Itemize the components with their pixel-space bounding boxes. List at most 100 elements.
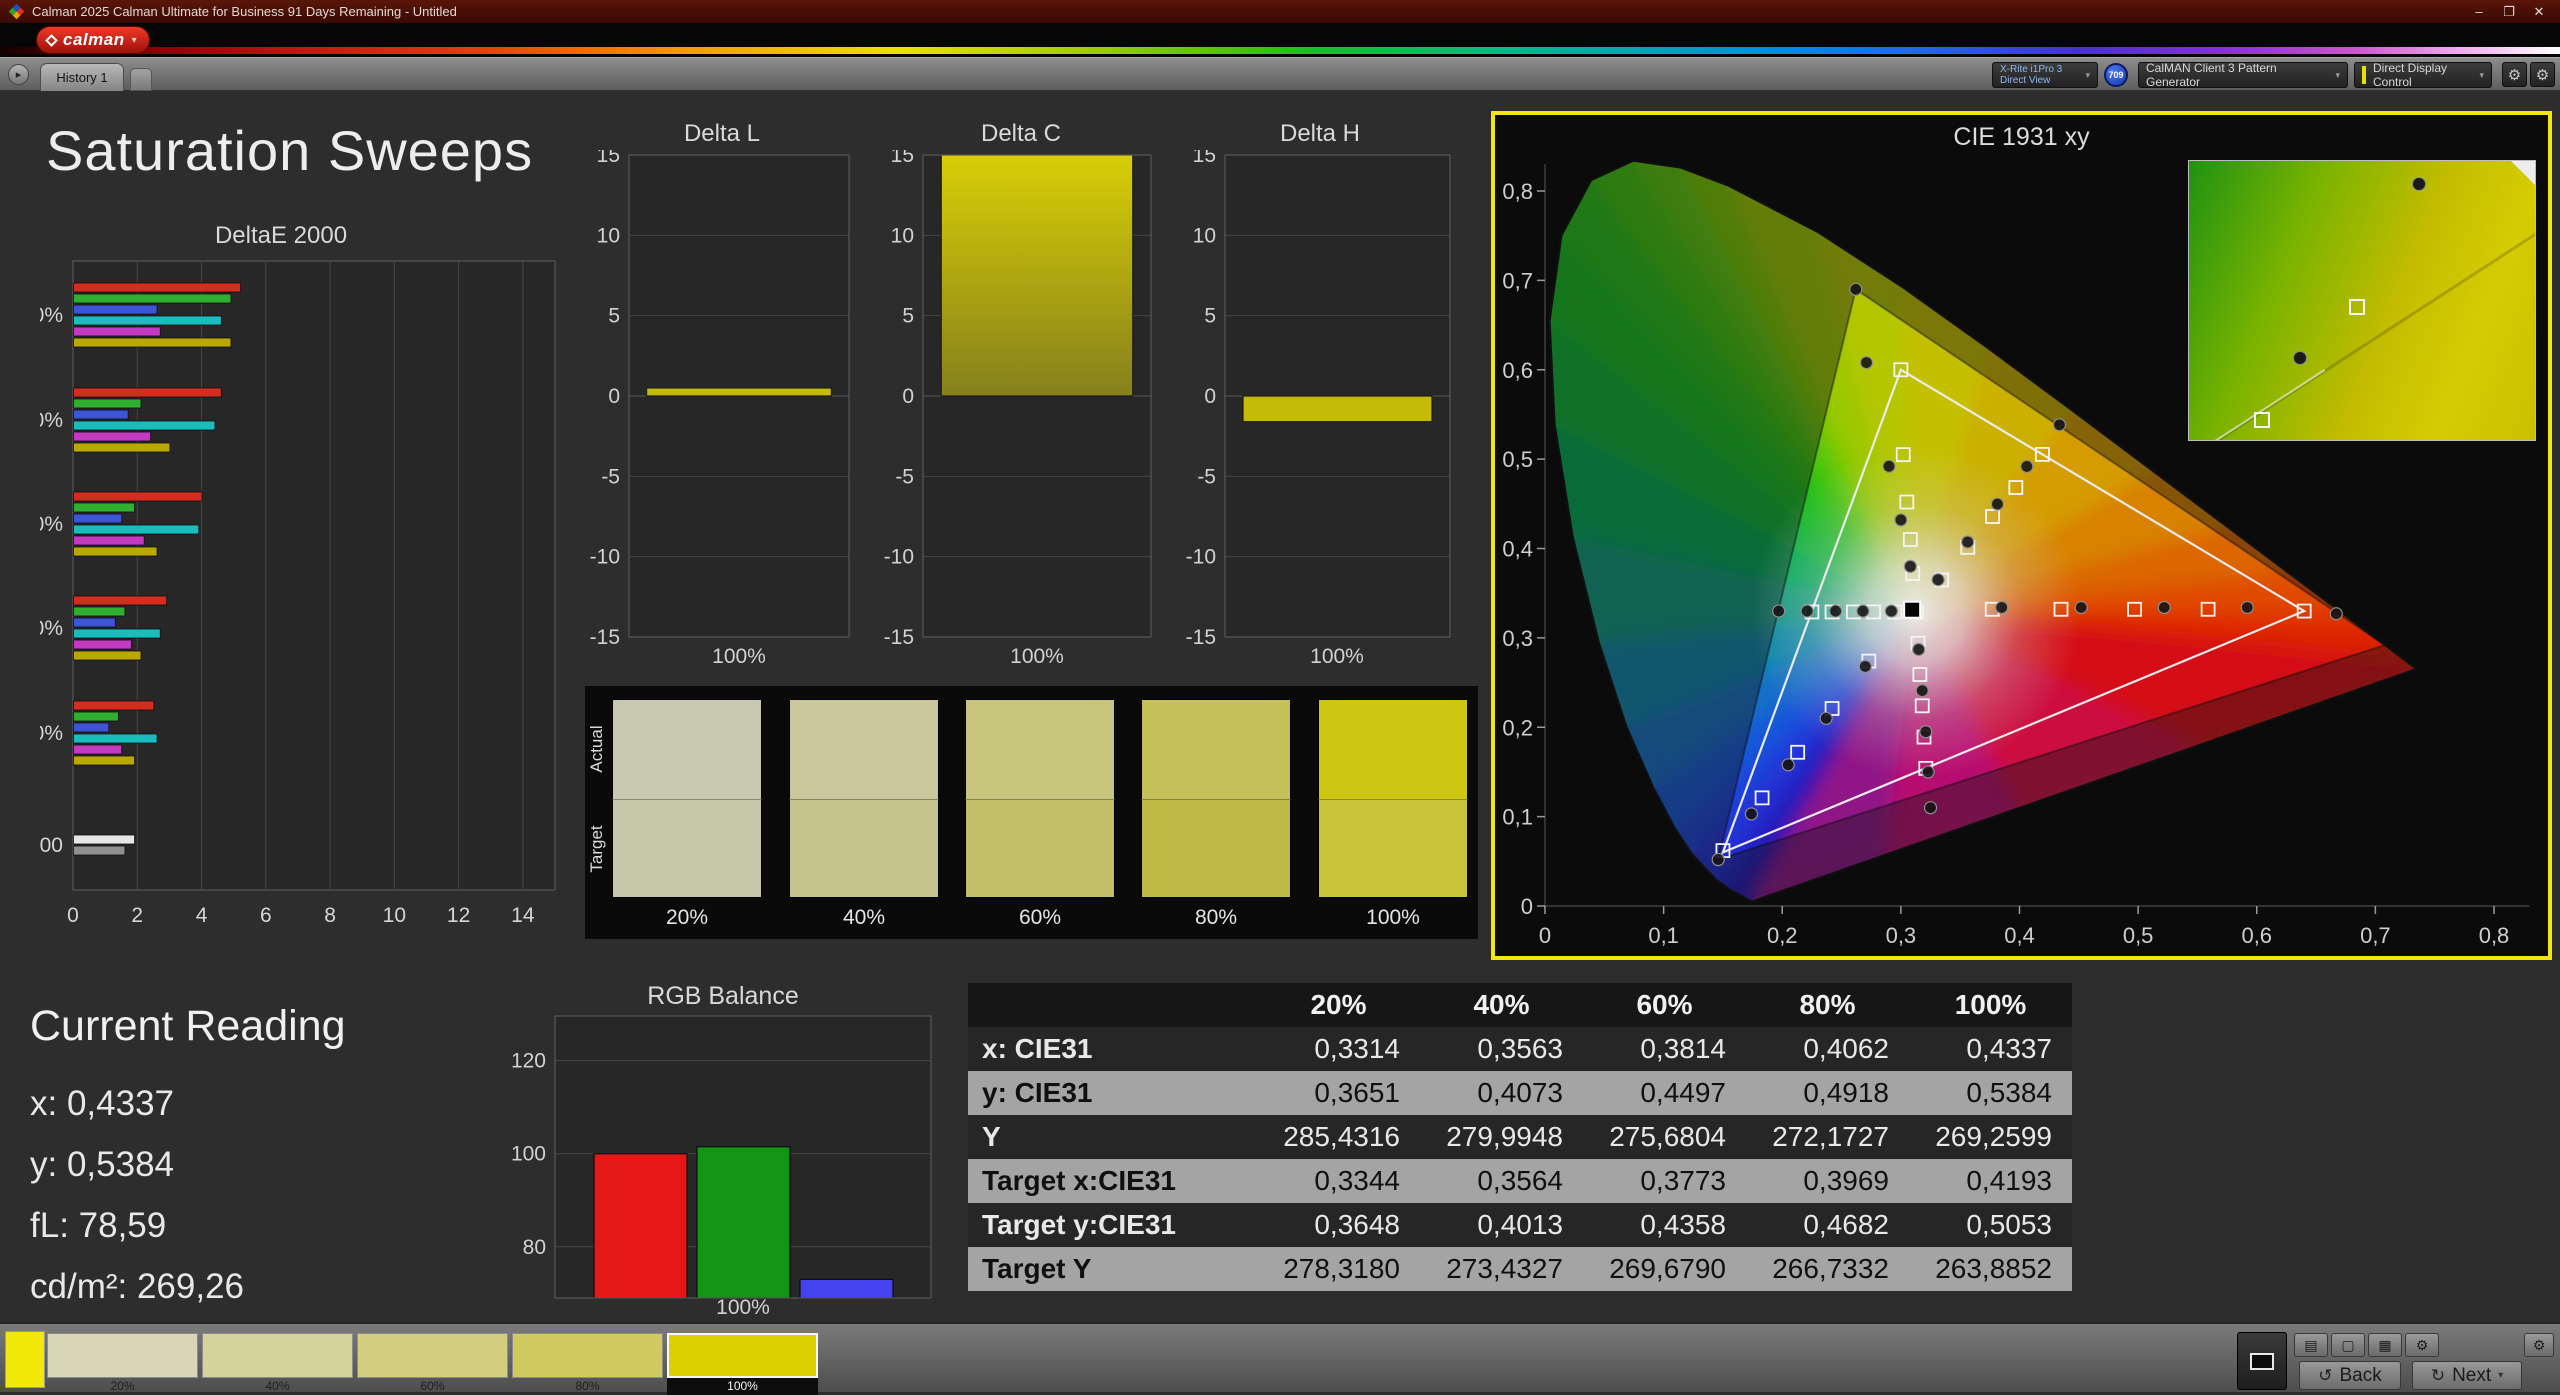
delta-h-chart[interactable]: 151050-5-10-15 xyxy=(1160,150,1460,670)
svg-text:80: 80 xyxy=(523,1236,546,1259)
app-settings-button[interactable]: ⚙ xyxy=(2530,62,2555,87)
gear-button[interactable]: ⚙ xyxy=(2405,1333,2439,1357)
deltae2000-chart[interactable]: 02468101214100%80%60%40%20%100 xyxy=(40,250,570,950)
table-value-cell: 272,1727 xyxy=(1746,1115,1909,1159)
svg-text:0,7: 0,7 xyxy=(1502,268,1533,293)
svg-text:0,5: 0,5 xyxy=(1502,447,1533,472)
svg-text:10: 10 xyxy=(1193,224,1216,247)
page-title: Saturation Sweeps xyxy=(46,118,533,183)
table-value-cell: 0,3773 xyxy=(1583,1159,1746,1203)
svg-text:-15: -15 xyxy=(590,626,620,649)
current-reading-y: y: 0,5384 xyxy=(30,1134,530,1195)
meter-settings-button[interactable]: ⚙ xyxy=(2502,62,2527,87)
cie-measured-point xyxy=(1859,660,1871,672)
table-header-cell xyxy=(968,983,1257,1027)
svg-text:-5: -5 xyxy=(601,465,620,488)
saturation-swatch-80%[interactable]: 80% xyxy=(512,1333,663,1395)
actual-patch xyxy=(1141,699,1291,799)
cie-measured-point xyxy=(2241,601,2253,613)
swatch-color xyxy=(357,1333,508,1378)
table-value-cell: 285,4316 xyxy=(1257,1115,1420,1159)
badge-label: 709 xyxy=(2108,70,2123,80)
pattern-window-button[interactable] xyxy=(2237,1332,2287,1390)
deltae2000-chart-title: DeltaE 2000 xyxy=(40,222,522,250)
tab-bar: ▸ History 1 X-Rite i1Pro 3 Direct View ▾… xyxy=(0,57,2560,90)
saturation-swatch-20%[interactable]: 20% xyxy=(47,1333,198,1395)
table-row-label: y: CIE31 xyxy=(968,1071,1257,1115)
svg-text:0,4: 0,4 xyxy=(1502,537,1533,562)
expand-panel-button[interactable]: ▸ xyxy=(8,64,29,85)
cie-measured-point xyxy=(1820,712,1832,724)
swatch-color xyxy=(512,1333,663,1378)
cie-measured-point xyxy=(1773,605,1785,617)
svg-text:4: 4 xyxy=(196,904,208,927)
table-value-cell: 0,3314 xyxy=(1257,1027,1420,1071)
expand-icon: ▸ xyxy=(16,68,22,81)
maximize-button[interactable]: ❐ xyxy=(2494,4,2524,20)
svg-text:0,3: 0,3 xyxy=(1502,626,1533,651)
cie-zoom-inset[interactable] xyxy=(2188,160,2536,441)
rgb-balance-chart[interactable]: 12010080 xyxy=(490,988,960,1318)
delta-c-chart-title: Delta C xyxy=(911,120,1131,148)
target-patch xyxy=(789,799,939,898)
cie-measured-point xyxy=(1885,605,1897,617)
table-value-cell: 0,4918 xyxy=(1746,1071,1909,1115)
close-button[interactable]: ✕ xyxy=(2524,4,2554,20)
minimize-button[interactable]: – xyxy=(2464,4,2494,20)
footer-settings-button[interactable]: ⚙ xyxy=(2524,1333,2554,1357)
table-header-cell: 80% xyxy=(1746,983,1909,1027)
colorspace-badge[interactable]: 709 xyxy=(2104,63,2128,87)
window-button[interactable]: ▢ xyxy=(2331,1333,2365,1357)
delta-l-category-label: 100% xyxy=(639,645,839,669)
table-value-cell: 0,5384 xyxy=(1909,1071,2072,1115)
cie-measured-point xyxy=(2412,177,2426,191)
calman-menu-button[interactable]: calman ▾ xyxy=(36,26,150,54)
delta-l-chart[interactable]: 151050-5-10-15 xyxy=(565,150,865,670)
srgb-edge-line xyxy=(2207,369,2326,441)
svg-text:0: 0 xyxy=(1539,923,1551,948)
display-control-dropdown[interactable]: Direct Display Control ▾ xyxy=(2354,62,2492,88)
patch-column-label: 60% xyxy=(965,906,1115,930)
chevron-down-icon: ▾ xyxy=(2078,70,2090,81)
patch-column: 60% xyxy=(965,699,1115,930)
swatch-label: 100% xyxy=(667,1378,818,1395)
table-value-cell: 266,7332 xyxy=(1746,1247,1909,1291)
saturation-swatch-40%[interactable]: 40% xyxy=(202,1333,353,1395)
cie-measured-point xyxy=(1925,802,1937,814)
svg-text:10: 10 xyxy=(383,904,406,927)
tab-history-1[interactable]: History 1 xyxy=(40,63,124,91)
patch-column-label: 20% xyxy=(612,906,762,930)
target-patch xyxy=(612,799,762,898)
back-button[interactable]: ↺ Back xyxy=(2299,1361,2401,1390)
table-value-cell: 0,3563 xyxy=(1420,1027,1583,1071)
report-button[interactable]: ▤ xyxy=(2294,1333,2328,1357)
svg-text:10: 10 xyxy=(891,224,914,247)
next-button[interactable]: ↻ Next ▾ xyxy=(2412,1361,2522,1390)
patch-column-label: 100% xyxy=(1318,906,1468,930)
svg-text:0,2: 0,2 xyxy=(1502,715,1533,740)
svg-text:0: 0 xyxy=(608,385,620,408)
saturation-swatch-100%[interactable]: 100% xyxy=(667,1333,818,1395)
swatch-label: 20% xyxy=(47,1378,198,1395)
table-header-cell: 60% xyxy=(1583,983,1746,1027)
saturation-swatch-60%[interactable]: 60% xyxy=(357,1333,508,1395)
table-value-cell: 0,3651 xyxy=(1257,1071,1420,1115)
cie1931-chart-panel[interactable]: CIE 1931 xy 0,80,70,60,50,40,30,20,1000,… xyxy=(1491,111,2552,960)
meter-dropdown[interactable]: X-Rite i1Pro 3 Direct View ▾ xyxy=(1992,62,2098,88)
pattern-generator-dropdown[interactable]: CalMAN Client 3 Pattern Generator ▾ xyxy=(2138,62,2348,88)
cie-measured-point xyxy=(1850,283,1862,295)
pattern-grid-button[interactable]: ▦ xyxy=(2368,1333,2402,1357)
tab-stub[interactable] xyxy=(130,68,152,91)
brand-bar: calman ▾ xyxy=(0,23,2560,57)
back-label: Back xyxy=(2340,1365,2382,1387)
table-value-cell: 0,5053 xyxy=(1909,1203,2072,1247)
table-value-cell: 278,3180 xyxy=(1257,1247,1420,1291)
actual-row-label: Actual xyxy=(587,705,607,793)
color-patches-panel[interactable]: Actual Target 20%40%60%80%100% xyxy=(585,686,1478,939)
display-control-label: Direct Display Control xyxy=(2373,61,2472,89)
cie-measured-point xyxy=(1913,643,1925,655)
delta-c-chart[interactable]: 151050-5-10-15 xyxy=(858,150,1168,670)
delta-c-category-label: 100% xyxy=(937,645,1137,669)
swatch-color xyxy=(202,1333,353,1378)
tab-label: History 1 xyxy=(56,70,107,85)
